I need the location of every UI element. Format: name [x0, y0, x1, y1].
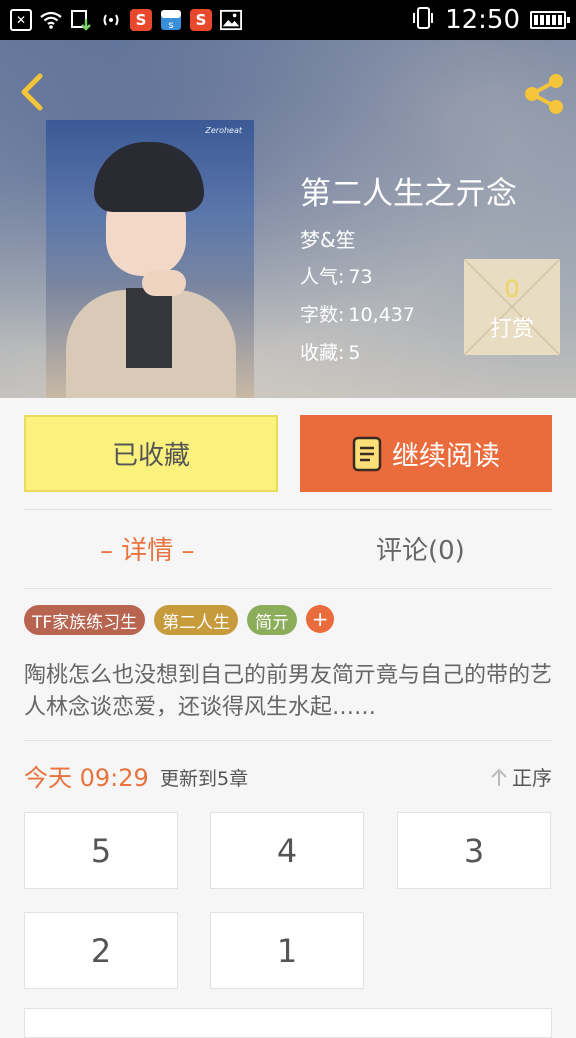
popularity-value: 73 — [348, 266, 373, 288]
status-icons-right: 12:50 — [411, 5, 576, 35]
phone-vibrate-icon — [411, 7, 435, 33]
favorites-value: 5 — [348, 342, 361, 364]
cover-watermark: Zeroheat — [205, 126, 242, 135]
share-button[interactable] — [520, 70, 568, 118]
book-cover-image[interactable]: Zeroheat — [46, 120, 254, 398]
share-icon — [525, 74, 563, 114]
reward-button[interactable]: 0 打赏 — [464, 259, 560, 355]
chevron-left-icon — [21, 73, 43, 111]
favorited-label: 已收藏 — [111, 441, 190, 471]
word-count-label: 字数: — [300, 304, 345, 326]
reward-count: 0 — [504, 275, 520, 303]
add-tag-button[interactable]: + — [306, 605, 335, 633]
battery-icon — [530, 11, 570, 29]
reward-label: 打赏 — [489, 317, 534, 342]
wifi-icon — [40, 9, 62, 31]
book-title: 第二人生之亓念 — [300, 176, 517, 212]
status-icons-left: ✕ S s S — [0, 9, 242, 31]
tab-detail[interactable]: – 详情 – — [100, 530, 195, 567]
favorites-stat: 收藏: 5 — [300, 338, 361, 365]
svg-text:s: s — [168, 20, 173, 31]
sort-order-label: 正序 — [512, 766, 552, 790]
status-bar: ✕ S s S 12:50 — [0, 0, 576, 40]
favorited-button[interactable]: 已收藏 — [24, 415, 278, 492]
sort-order-button[interactable]: 正序 — [490, 762, 552, 791]
close-box-icon: ✕ — [10, 9, 32, 31]
word-count-value: 10,437 — [348, 304, 415, 326]
book-header: Zeroheat 第二人生之亓念 梦&笙 人气: 73 字数: 10,437 收藏:… — [0, 40, 576, 398]
divider — [24, 588, 552, 589]
clock: 12:50 — [445, 5, 520, 35]
tag-item[interactable]: 简亓 — [247, 605, 298, 635]
tag-item[interactable]: TF家族练习生 — [24, 605, 146, 635]
image-icon — [220, 9, 242, 31]
back-button[interactable] — [14, 70, 50, 114]
sogou-icon: S — [130, 9, 152, 31]
divider — [24, 509, 552, 510]
popularity-stat: 人气: 73 — [300, 262, 373, 289]
chapter-button[interactable]: 5 — [24, 812, 178, 889]
download-icon — [70, 9, 92, 31]
book-icon — [352, 436, 382, 471]
chapter-button[interactable]: 4 — [210, 812, 364, 889]
update-status: 更新到5章 — [160, 768, 249, 790]
arrow-up-icon — [491, 768, 507, 786]
favorites-label: 收藏: — [300, 342, 345, 364]
bottom-card — [24, 1008, 552, 1038]
popularity-label: 人气: — [300, 266, 345, 288]
continue-reading-button[interactable]: 继续阅读 — [300, 415, 552, 492]
chapter-button[interactable]: 1 — [210, 912, 364, 989]
word-count-stat: 字数: 10,437 — [300, 300, 415, 327]
sogou-icon-2: S — [190, 9, 212, 31]
update-time: 今天 09:29 — [24, 764, 149, 792]
chapter-button[interactable]: 2 — [24, 912, 178, 989]
divider — [24, 740, 552, 741]
chapter-button[interactable]: 3 — [397, 812, 551, 889]
tab-comments[interactable]: 评论(0) — [376, 530, 465, 567]
app-s-icon: s — [160, 9, 182, 31]
continue-reading-label: 继续阅读 — [392, 441, 500, 472]
book-synopsis[interactable]: 陶桃怎么也没想到自己的前男友简亓竟与自己的带的艺人林念谈恋爱，还谈得风生水起…… — [24, 660, 552, 724]
tag-list: TF家族练习生 第二人生 简亓 + — [24, 605, 335, 635]
hotspot-icon — [100, 9, 122, 31]
tag-item[interactable]: 第二人生 — [154, 605, 239, 635]
book-author[interactable]: 梦&笙 — [300, 224, 356, 253]
